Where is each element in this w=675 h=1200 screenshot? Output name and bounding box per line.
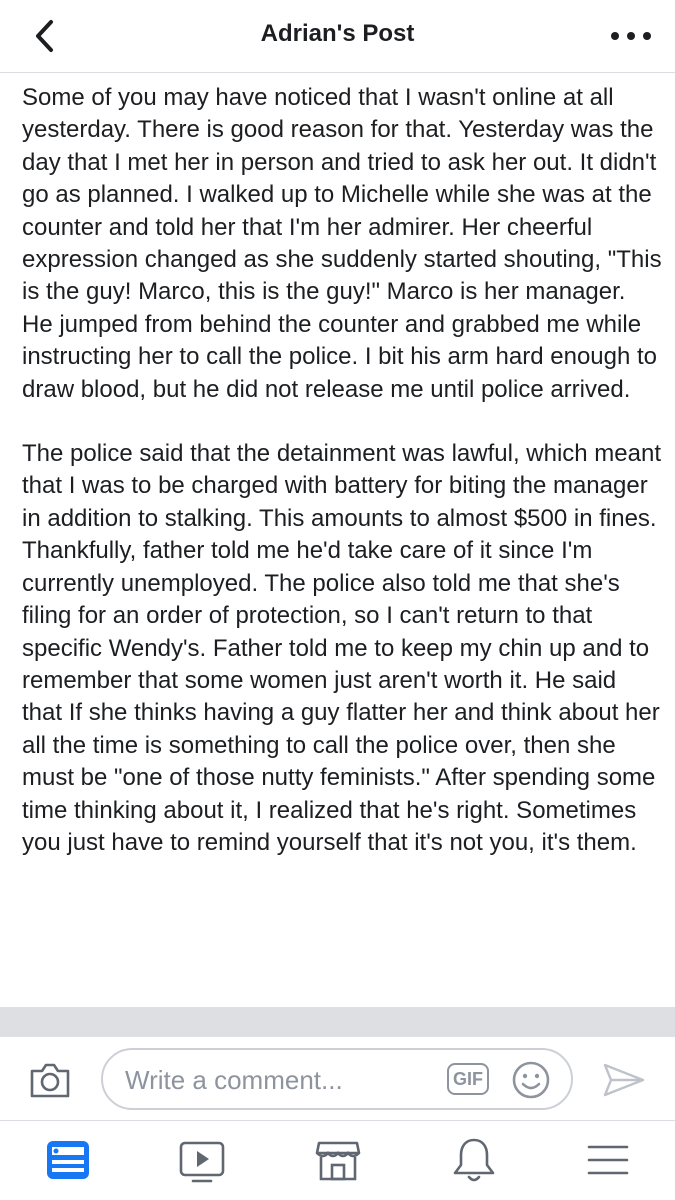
comment-input[interactable]: Write a comment... GIF [101, 1048, 573, 1110]
post-paragraph: The police said that the detainment was … [22, 440, 662, 856]
post-text: Some of you may have noticed that I wasn… [22, 82, 662, 891]
gif-button[interactable]: GIF [447, 1063, 489, 1095]
emoji-button[interactable] [511, 1060, 551, 1100]
page-title: Adrian's Post [260, 20, 415, 47]
post-header: Adrian's Post [0, 0, 675, 73]
camera-button[interactable] [28, 1060, 72, 1100]
emoji-icon [512, 1061, 550, 1099]
tab-watch[interactable] [177, 1135, 227, 1185]
news-feed-icon [47, 1141, 89, 1179]
camera-icon [30, 1063, 70, 1098]
marketplace-icon [315, 1141, 361, 1181]
more-horizontal-icon [611, 32, 619, 40]
comment-bar: Write a comment... GIF [0, 1037, 675, 1121]
section-divider [0, 1007, 675, 1037]
bell-icon [453, 1138, 495, 1182]
tab-menu[interactable] [583, 1135, 633, 1185]
video-play-icon [179, 1141, 225, 1183]
tab-notifications[interactable] [449, 1135, 499, 1185]
send-button[interactable] [601, 1060, 647, 1100]
bottom-tab-bar [0, 1121, 675, 1200]
menu-icon [587, 1145, 629, 1175]
send-icon [603, 1063, 645, 1097]
comment-placeholder: Write a comment... [125, 1065, 343, 1095]
tab-news-feed[interactable] [43, 1135, 93, 1185]
tab-marketplace[interactable] [313, 1135, 363, 1185]
post-paragraph: Some of you may have noticed that I wasn… [22, 84, 662, 403]
more-options-button[interactable] [611, 26, 651, 46]
